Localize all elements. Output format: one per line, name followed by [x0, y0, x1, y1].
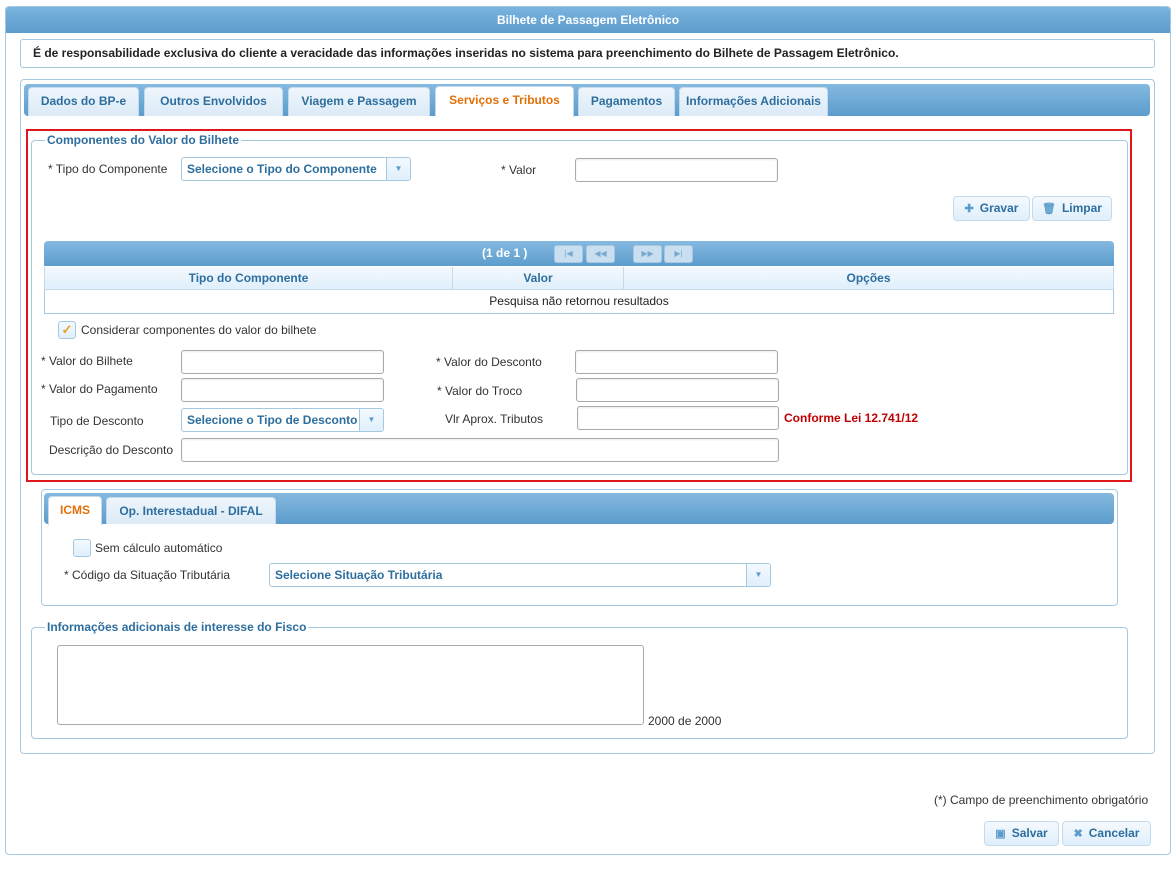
close-icon: ✖ — [1073, 828, 1083, 840]
tab-pagamentos[interactable]: Pagamentos — [578, 87, 675, 116]
col-tipo-componente[interactable]: Tipo do Componente — [44, 267, 453, 290]
valor-bilhete-label: * Valor do Bilhete — [41, 354, 133, 368]
trash-icon: 🗑 — [1042, 203, 1056, 215]
save-icon: ▣ — [995, 828, 1006, 840]
cancelar-button[interactable]: ✖ Cancelar — [1062, 821, 1151, 846]
valor-input[interactable] — [575, 158, 778, 182]
window-title: Bilhete de Passagem Eletrônico — [6, 7, 1170, 33]
first-page-icon[interactable]: |◀ — [554, 245, 583, 263]
componentes-legend: Componentes do Valor do Bilhete — [45, 133, 242, 147]
tipo-componente-label: * Tipo do Componente — [48, 162, 168, 176]
limpar-button[interactable]: 🗑 Limpar — [1032, 196, 1112, 221]
sem-calculo-label: Sem cálculo automático — [95, 541, 223, 555]
limpar-label: Limpar — [1061, 201, 1102, 215]
cst-value: Selecione Situação Tributária — [275, 568, 443, 582]
grid-empty-row: Pesquisa não retornou resultados — [44, 290, 1114, 314]
valor-desconto-input[interactable] — [575, 350, 778, 374]
conforme-lei-text: Conforme Lei 12.741/12 — [784, 411, 919, 425]
tipo-componente-value: Selecione o Tipo do Componente — [187, 162, 377, 176]
tab-outros-envolvidos[interactable]: Outros Envolvidos — [144, 87, 283, 116]
prev-page-icon[interactable]: ◀◀ — [586, 245, 615, 263]
tipo-desconto-value: Selecione o Tipo de Desconto — [187, 413, 358, 427]
sem-calculo-checkbox[interactable] — [73, 539, 91, 557]
cancelar-label: Cancelar — [1088, 826, 1140, 840]
tab-difal[interactable]: Op. Interestadual - DIFAL — [106, 497, 276, 524]
chevron-down-icon[interactable]: ▼ — [359, 409, 383, 431]
valor-label: * Valor — [501, 163, 537, 177]
tipo-desconto-label: Tipo de Desconto — [50, 414, 144, 428]
fisco-textarea[interactable] — [57, 645, 644, 725]
chevron-down-icon[interactable]: ▼ — [386, 158, 410, 180]
tab-servicos-tributos[interactable]: Serviços e Tributos — [435, 86, 574, 117]
considerar-label: Considerar componentes do valor do bilhe… — [81, 323, 317, 337]
salvar-button[interactable]: ▣ Salvar — [984, 821, 1059, 846]
tipo-componente-select[interactable]: Selecione o Tipo do Componente ▼ — [181, 157, 411, 181]
descricao-desconto-input[interactable] — [181, 438, 779, 462]
cst-label: * Código da Situação Tributária — [64, 568, 231, 582]
gravar-button[interactable]: ✚ Gravar — [953, 196, 1030, 221]
valor-pagamento-label: * Valor do Pagamento — [41, 382, 158, 396]
last-page-icon[interactable]: ▶| — [664, 245, 693, 263]
chevron-down-icon[interactable]: ▼ — [746, 564, 770, 586]
vlr-aprox-label: Vlr Aprox. Tributos — [445, 412, 544, 426]
tab-icms[interactable]: ICMS — [48, 496, 102, 525]
grid-pager-text: (1 de 1 ) — [482, 246, 528, 260]
responsibility-notice: É de responsabilidade exclusiva do clien… — [20, 39, 1155, 68]
next-page-icon[interactable]: ▶▶ — [633, 245, 662, 263]
cst-select[interactable]: Selecione Situação Tributária ▼ — [269, 563, 771, 587]
tab-dados-bpe[interactable]: Dados do BP-e — [28, 87, 139, 116]
col-valor[interactable]: Valor — [453, 267, 624, 290]
plus-icon: ✚ — [964, 203, 974, 215]
col-opcoes[interactable]: Opções — [624, 267, 1114, 290]
check-icon: ✓ — [61, 322, 73, 337]
required-note: (*) Campo de preenchimento obrigatório — [934, 793, 1149, 807]
tab-informacoes-adicionais[interactable]: Informações Adicionais — [679, 87, 828, 116]
valor-pagamento-input[interactable] — [181, 378, 384, 402]
tab-viagem-passagem[interactable]: Viagem e Passagem — [288, 87, 430, 116]
fisco-legend: Informações adicionais de interesse do F… — [45, 620, 309, 634]
valor-troco-input[interactable] — [576, 378, 779, 402]
gravar-label: Gravar — [979, 201, 1019, 215]
valor-bilhete-input[interactable] — [181, 350, 384, 374]
vlr-aprox-input[interactable] — [577, 406, 779, 430]
descricao-desconto-label: Descrição do Desconto — [49, 443, 174, 457]
valor-desconto-label: * Valor do Desconto — [436, 355, 542, 369]
salvar-label: Salvar — [1011, 826, 1048, 840]
tipo-desconto-select[interactable]: Selecione o Tipo de Desconto ▼ — [181, 408, 384, 432]
considerar-checkbox[interactable]: ✓ — [58, 321, 76, 339]
valor-troco-label: * Valor do Troco — [437, 384, 523, 398]
char-counter: 2000 de 2000 — [648, 714, 722, 728]
